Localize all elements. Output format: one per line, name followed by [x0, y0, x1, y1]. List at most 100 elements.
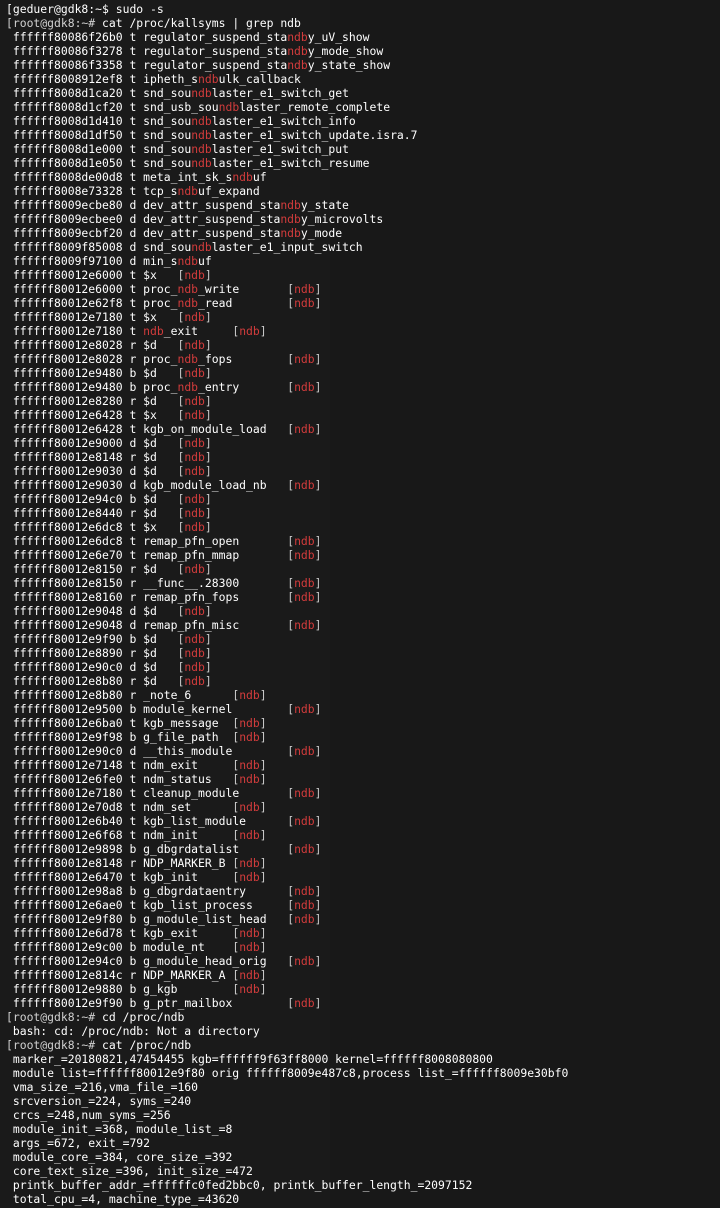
symbol-address: ffffff80012e8160	[12, 590, 123, 604]
module-tag-close: ]	[204, 660, 212, 674]
symbol-match-highlight: ndb	[177, 352, 199, 366]
module-tag-ndb: ndb	[239, 730, 260, 744]
module-symbol-row: ffffff80012e98a8 b g_dbgrdataentry [ndb]	[6, 884, 720, 898]
symbol-address: ffffff80012e814c	[12, 968, 123, 982]
symbol-name: ndm_set	[143, 800, 192, 814]
symbol-address: ffffff80012e9480	[12, 380, 123, 394]
ndb-output-text: crcs_=248,num_syms_=256	[12, 1108, 171, 1122]
module-tag-close: ]	[314, 744, 322, 758]
module-tag-ndb: ndb	[184, 436, 205, 450]
symbol-address: ffffff80012e6428	[12, 408, 123, 422]
symbol-type: t	[122, 72, 144, 86]
module-tag-close: ]	[314, 884, 322, 898]
module-symbol-row: ffffff80012e62f8 t proc_ndb_read [ndb]	[6, 296, 720, 310]
symbol-name: $x	[143, 310, 157, 324]
symbol-address: ffffff8009f97100	[12, 254, 123, 268]
symbol-type: b	[122, 884, 144, 898]
symbol-name-prefix: regulator_suspend_sta	[143, 44, 288, 58]
terminal-window[interactable]: [geduer@gdk8:~$ sudo -s [root@gdk8:~# ca…	[0, 0, 720, 1208]
symbol-address: ffffff80012e8890	[12, 646, 123, 660]
symbol-type: t	[122, 142, 144, 156]
module-tag-close: ]	[259, 982, 267, 996]
module-tag-ndb: ndb	[184, 604, 205, 618]
module-tag-ndb: ndb	[184, 338, 205, 352]
ndb-module-symbol-list: ffffff80012e6000 t $x [ndb] ffffff80012e…	[6, 268, 720, 1010]
symbol-type: t	[122, 814, 144, 828]
symbol-address: ffffff80012e90c0	[12, 744, 123, 758]
symbol-name-prefix: proc_	[143, 380, 178, 394]
symbol-row: ffffff8009ecbf20 d dev_attr_suspend_stan…	[6, 226, 720, 240]
symbol-name-prefix: snd_sou	[143, 240, 192, 254]
symbol-address: ffffff80012e6d78	[12, 926, 123, 940]
symbol-address: ffffff80012e7180	[12, 324, 123, 338]
module-symbol-row: ffffff80012e6470 t kgb_init [ndb]	[6, 870, 720, 884]
symbol-type: b	[122, 366, 144, 380]
symbol-row: ffffff80086f3358 t regulator_suspend_sta…	[6, 58, 720, 72]
module-symbol-row: ffffff80012e9480 b $d [ndb]	[6, 366, 720, 380]
module-tag-close: ]	[204, 450, 212, 464]
ndb-output-line: crcs_=248,num_syms_=256	[6, 1108, 720, 1122]
module-symbol-row: ffffff80012e8b80 r _note_6 [ndb]	[6, 688, 720, 702]
module-symbol-row: ffffff80012e9c00 b module_nt [ndb]	[6, 940, 720, 954]
module-tag-close: ]	[204, 408, 212, 422]
symbol-name-prefix: dev_attr_suspend_sta	[143, 212, 281, 226]
symbol-type: t	[122, 828, 144, 842]
symbol-address: ffffff80012e8b80	[12, 674, 123, 688]
symbol-name: remap_pfn_misc	[143, 618, 240, 632]
module-symbol-row: ffffff80012e6dc8 t $x [ndb]	[6, 520, 720, 534]
symbol-type: t	[122, 268, 144, 282]
module-tag-close: ]	[314, 996, 322, 1010]
symbol-address: ffffff80012e8b80	[12, 688, 123, 702]
module-symbol-row: ffffff80012e8440 r $d [ndb]	[6, 506, 720, 520]
module-symbol-row: ffffff80012e90c0 d __this_module [ndb]	[6, 744, 720, 758]
symbol-name: kgb_list_process	[143, 898, 253, 912]
ndb-output-line: args_=672, exit_=792	[6, 1136, 720, 1150]
symbol-address: ffffff80012e8028	[12, 352, 123, 366]
module-symbol-row: ffffff80012e9480 b proc_ndb_entry [ndb]	[6, 380, 720, 394]
module-tag-ndb: ndb	[184, 506, 205, 520]
symbol-name-suffix: _write	[198, 282, 240, 296]
symbol-row: ffffff8008912ef8 t ipheth_sndbulk_callba…	[6, 72, 720, 86]
error-text: bash: cd: /proc/ndb: Not a directory	[12, 1024, 260, 1038]
symbol-name-suffix: y_mode_show	[307, 44, 384, 58]
symbol-name-prefix: snd_usb_sou	[143, 100, 219, 114]
module-tag-close: ]	[314, 478, 322, 492]
symbol-name-prefix: proc_	[143, 282, 178, 296]
symbol-name: $d	[143, 604, 157, 618]
symbol-name: $d	[143, 562, 157, 576]
module-symbol-row: ffffff80012e90c0 d $d [ndb]	[6, 660, 720, 674]
module-symbol-row: ffffff80012e6dc8 t remap_pfn_open [ndb]	[6, 534, 720, 548]
module-tag-ndb: ndb	[294, 744, 315, 758]
module-tag-ndb: ndb	[184, 632, 205, 646]
module-tag-close: ]	[314, 954, 322, 968]
symbol-match-highlight: ndb	[280, 212, 301, 226]
module-tag-close: ]	[314, 548, 322, 562]
ndb-output-text: total_cpu_=4, machine_type_=43620	[12, 1192, 240, 1206]
symbol-name: g_file_path	[143, 730, 219, 744]
symbol-match-highlight: ndb	[177, 254, 199, 268]
module-tag-close: ]	[259, 324, 267, 338]
ndb-output-text: args_=672, exit_=792	[12, 1136, 151, 1150]
symbol-type: d	[122, 660, 144, 674]
symbol-name: $d	[143, 506, 157, 520]
symbol-match-highlight: ndb	[232, 170, 253, 184]
symbol-row: ffffff8008d1d410 t snd_soundblaster_e1_s…	[6, 114, 720, 128]
symbol-name-suffix: laster_e1_switch_info	[211, 114, 356, 128]
symbol-address: ffffff80012e6428	[12, 422, 123, 436]
module-tag-ndb: ndb	[184, 520, 205, 534]
symbol-address: ffffff80012e8280	[12, 394, 123, 408]
shell-prompt: [root@gdk8:~#	[6, 16, 103, 30]
module-symbol-row: ffffff80012e8028 r proc_ndb_fops [ndb]	[6, 352, 720, 366]
module-tag-close: ]	[259, 968, 267, 982]
symbol-type: r	[122, 506, 144, 520]
module-tag-close: ]	[314, 898, 322, 912]
symbol-name: $d	[143, 366, 157, 380]
symbol-name-suffix: laster_e1_input_switch	[211, 240, 363, 254]
symbol-address: ffffff80012e8440	[12, 506, 123, 520]
symbol-name: kgb_list_module	[143, 814, 247, 828]
ndb-output-block: marker_=20180821,47454455 kgb=ffffff9f63…	[6, 1052, 720, 1206]
symbol-name-prefix: regulator_suspend_sta	[143, 58, 288, 72]
symbol-address: ffffff8008d1e000	[12, 142, 123, 156]
module-tag-ndb: ndb	[294, 282, 315, 296]
symbol-row: ffffff8009f97100 d min_sndbuf	[6, 254, 720, 268]
